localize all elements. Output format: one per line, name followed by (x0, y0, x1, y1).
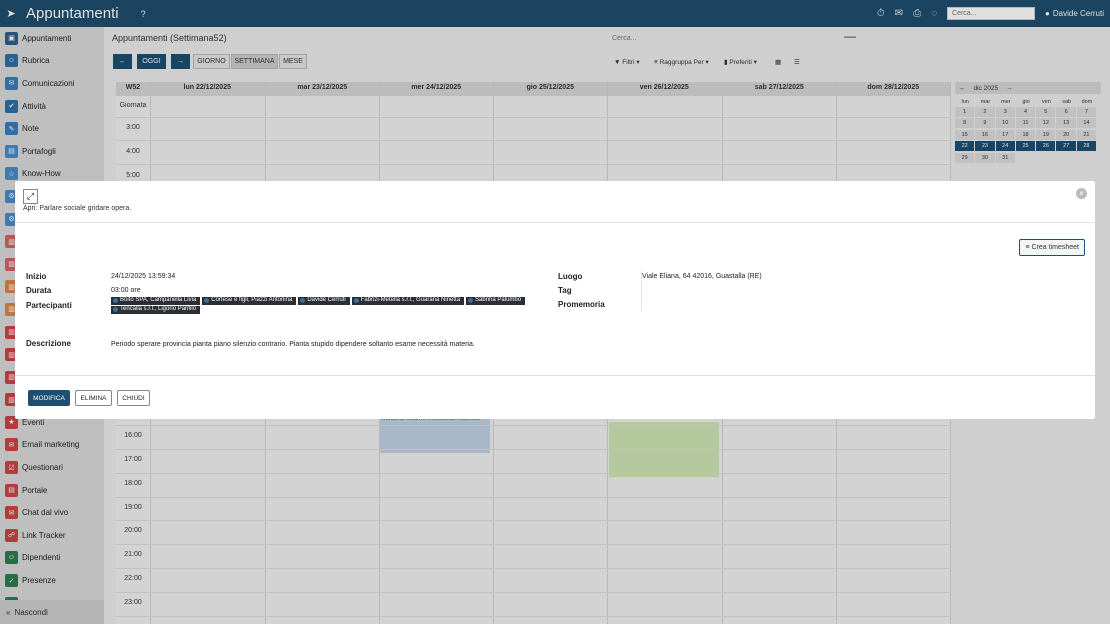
place-value: Viale Eliana, 64 42016, Guastalla (RE) (642, 273, 762, 280)
participant-chip[interactable]: Davide Cerruti (298, 297, 350, 305)
duration-unit: ore (130, 287, 141, 294)
participant-name: Davide Cerruti (307, 297, 346, 303)
participant-chip[interactable]: Boito SPA, Campanella Livia (111, 297, 201, 305)
duration-value: 03:00 ore (111, 287, 141, 294)
participant-icon (204, 298, 210, 304)
participant-icon (353, 298, 359, 304)
start-label: Inizio (26, 272, 47, 281)
modal-subtitle: Apri: Parlare sociale gridare opera. (23, 205, 132, 212)
participant-name: Sabrina Palumbo (475, 297, 522, 303)
participant-chip[interactable]: Sabrina Palumbo (466, 297, 526, 305)
participant-name: Tencalla s.r.l., Ligorio Panfilo (120, 306, 197, 312)
divider (15, 222, 1095, 223)
description-value: Periodo sperare provincia pianta piano s… (111, 341, 475, 348)
list-icon: ≡ (1025, 244, 1030, 251)
participants-list: Boito SPA, Campanella Livia Cortese e fig… (111, 297, 531, 314)
delete-button[interactable]: ELIMINA (75, 390, 112, 406)
participant-name: Fabrizi-Metella s.r.l., Guarana Ninetta (360, 297, 461, 303)
duration-hours: 03:00 (111, 287, 129, 294)
participant-name: Boito SPA, Campanella Livia (120, 297, 197, 303)
participant-chip[interactable]: Tencalla s.r.l., Ligorio Panfilo (111, 306, 201, 314)
divider (15, 375, 1095, 376)
tags-label: Tag (558, 286, 572, 295)
participant-chip[interactable]: Cortese e figli, Piazzi Antonina (202, 297, 297, 305)
reminder-label: Promemoria (558, 300, 605, 309)
participant-chip[interactable]: Fabrizi-Metella s.r.l., Guarana Ninetta (351, 297, 465, 305)
participant-icon (113, 298, 118, 304)
duration-label: Durata (26, 286, 52, 295)
divider (641, 271, 642, 311)
place-label: Luogo (558, 272, 583, 281)
edit-button[interactable]: MODIFICA (28, 390, 70, 406)
description-label: Descrizione (26, 339, 71, 348)
create-timesheet-button[interactable]: ≡ Crea timesheet (1019, 239, 1085, 256)
start-value: 24/12/2025 13:59:34 (111, 273, 176, 280)
appointment-modal: ⤢ × Apri: Parlare sociale gridare opera.… (15, 181, 1095, 419)
participant-icon (300, 298, 306, 304)
participants-label: Partecipanti (26, 301, 72, 310)
participant-icon (468, 298, 474, 304)
close-button[interactable]: CHIUDI (117, 390, 150, 406)
participant-icon (113, 307, 118, 313)
participant-name: Cortese e figli, Piazzi Antonina (211, 297, 293, 303)
expand-icon[interactable]: ⤢ (23, 189, 38, 204)
close-icon[interactable]: × (1076, 188, 1087, 199)
